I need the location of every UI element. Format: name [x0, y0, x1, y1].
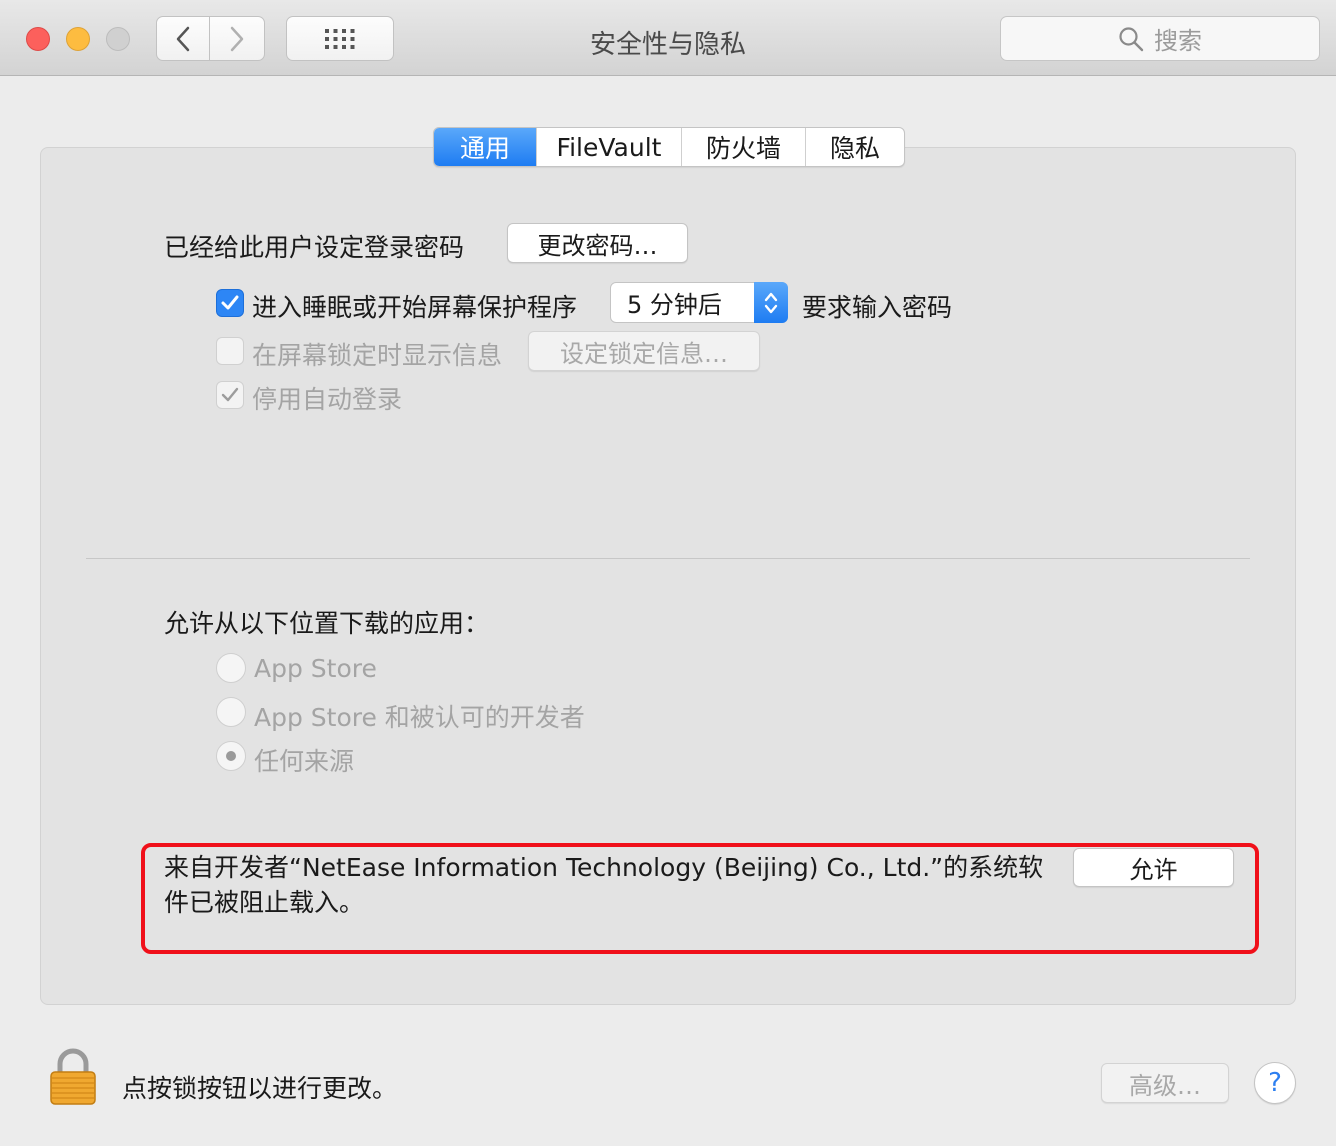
tab-general[interactable]: 通用: [434, 128, 536, 166]
checkmark-icon: [221, 387, 239, 402]
disable-auto-login-checkbox[interactable]: [216, 381, 244, 409]
radio-app-store-label: App Store: [254, 654, 377, 683]
show-message-label: 在屏幕锁定时显示信息: [252, 341, 503, 370]
tab-bar: 通用 FileVault 防火墙 隐私: [433, 127, 905, 167]
change-password-button[interactable]: 更改密码…: [507, 223, 688, 263]
lock-hint-label: 点按锁按钮以进行更改。: [122, 1074, 398, 1103]
section-divider: [86, 558, 1250, 559]
help-button[interactable]: ?: [1254, 1062, 1296, 1104]
radio-anywhere[interactable]: [216, 741, 246, 771]
radio-app-store-identified[interactable]: [216, 697, 246, 727]
checkmark-icon: [221, 295, 239, 310]
padlock-icon: [50, 1048, 96, 1105]
show-message-checkbox[interactable]: [216, 337, 244, 365]
password-delay-value: 5 分钟后: [627, 291, 722, 319]
require-password-suffix: 要求输入密码: [802, 293, 953, 322]
search-placeholder: 搜索: [1154, 27, 1202, 55]
radio-app-store[interactable]: [216, 653, 246, 683]
require-password-label: 进入睡眠或开始屏幕保护程序: [252, 293, 578, 322]
password-set-label: 已经给此用户设定登录密码: [164, 233, 465, 262]
search-icon: [1119, 26, 1144, 51]
set-lock-message-button[interactable]: 设定锁定信息…: [528, 331, 760, 371]
radio-anywhere-label: 任何来源: [254, 747, 355, 776]
tab-filevault[interactable]: FileVault: [536, 128, 681, 166]
password-delay-select[interactable]: 5 分钟后: [610, 282, 788, 323]
downloads-heading: 允许从以下位置下载的应用：: [164, 609, 490, 638]
disable-auto-login-label: 停用自动登录: [252, 385, 403, 414]
tab-firewall[interactable]: 防火墙: [681, 128, 805, 166]
allow-button[interactable]: 允许: [1073, 848, 1234, 887]
blocked-software-message: 来自开发者“NetEase Information Technology (Be…: [164, 853, 1044, 917]
advanced-button[interactable]: 高级…: [1101, 1063, 1229, 1103]
title-bar: 安全性与隐私 搜索: [0, 0, 1336, 76]
radio-app-store-identified-label: App Store 和被认可的开发者: [254, 703, 585, 732]
stepper-arrows-icon: [754, 282, 788, 323]
search-field[interactable]: 搜索: [1000, 16, 1320, 61]
tab-privacy[interactable]: 隐私: [805, 128, 904, 166]
lock-button[interactable]: [48, 1048, 98, 1110]
require-password-checkbox[interactable]: [216, 289, 244, 317]
radio-selected-dot: [226, 751, 236, 761]
